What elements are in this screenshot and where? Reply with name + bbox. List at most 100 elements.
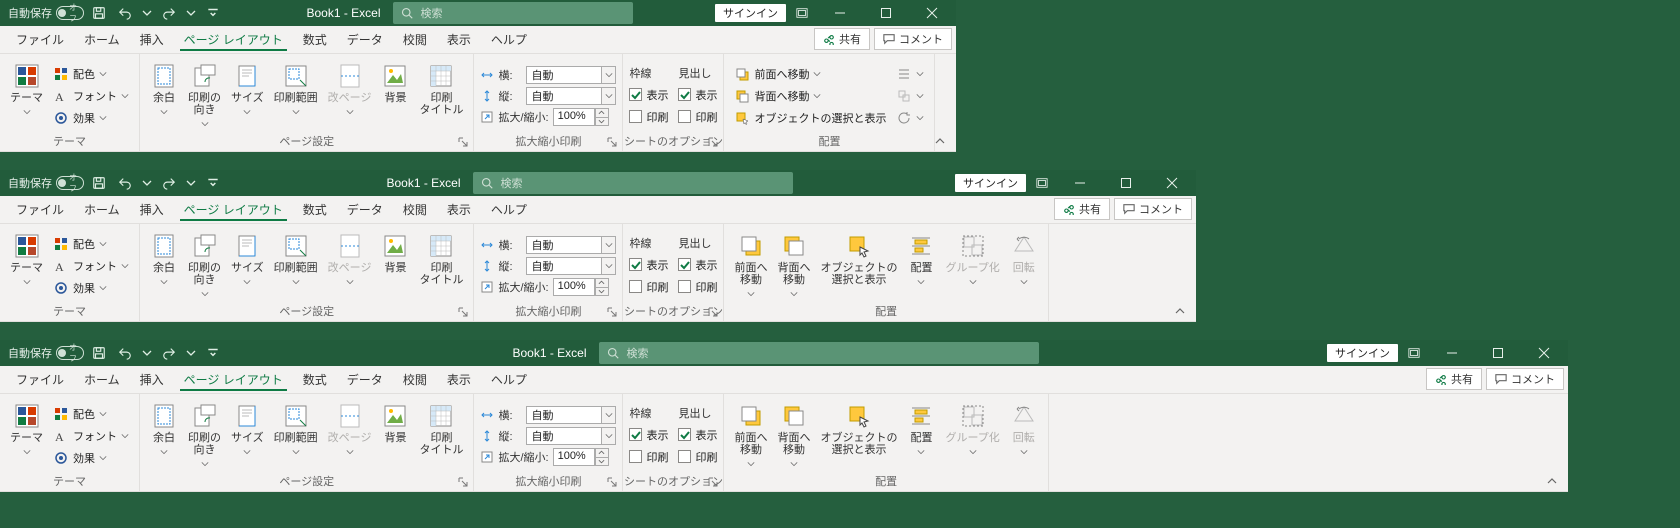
group-button[interactable] [892,86,928,106]
share-button[interactable]: 共有 [1054,198,1110,220]
orientation-button[interactable]: 印刷の 向き [184,400,225,472]
signin-button[interactable]: サインイン [715,4,786,22]
checkbox[interactable]: 表示 [678,255,717,275]
tab-file[interactable]: ファイル [6,195,74,223]
send-backward-button[interactable]: 背面へ 移動 [773,400,814,472]
checkbox[interactable]: 印刷 [678,447,717,467]
effects-button[interactable]: 効果 [49,278,133,298]
margins-button[interactable]: 余白 [146,400,182,472]
collapse-ribbon-icon[interactable] [1174,305,1190,317]
orientation-button[interactable]: 印刷の 向き [184,60,225,132]
dialog-launcher-icon[interactable] [707,137,719,149]
checkbox[interactable]: 表示 [629,255,668,275]
print-area-button[interactable]: 印刷範囲 [270,60,322,132]
autosave-toggle[interactable]: 自動保存オフ [8,5,84,21]
size-button[interactable]: サイズ [227,400,268,472]
spin-down-icon[interactable] [595,457,609,466]
search-box[interactable]: 検索 [473,172,793,194]
tab-review[interactable]: 校閲 [393,25,437,53]
print-area-button[interactable]: 印刷範囲 [270,230,322,302]
tab-insert[interactable]: 挿入 [130,25,174,53]
tab-view[interactable]: 表示 [437,195,481,223]
tab-formulas[interactable]: 数式 [293,25,337,53]
signin-button[interactable]: サインイン [1327,344,1398,362]
themes-button[interactable]: テーマ [6,400,47,472]
save-icon[interactable] [88,2,110,24]
size-button[interactable]: サイズ [227,230,268,302]
print-titles-button[interactable]: 印刷 タイトル [415,230,467,302]
search-box[interactable]: 検索 [599,342,1039,364]
chevron-down-icon[interactable] [602,87,616,105]
chevron-down-icon[interactable] [602,257,616,275]
share-button[interactable]: 共有 [814,28,870,50]
tab-file[interactable]: ファイル [6,365,74,393]
bring-forward-button[interactable]: 前面へ移動 [730,64,890,84]
tab-formulas[interactable]: 数式 [293,365,337,393]
tab-help[interactable]: ヘルプ [481,365,537,393]
width-combo[interactable]: 自動 [526,406,616,424]
signin-button[interactable]: サインイン [955,174,1026,192]
scale-spin[interactable]: 100% [553,278,609,296]
ribbon-mode-icon[interactable] [1400,340,1428,366]
background-button[interactable]: 背景 [377,60,413,132]
checkbox[interactable]: 表示 [629,85,668,105]
print-area-button[interactable]: 印刷範囲 [270,400,322,472]
bring-forward-button[interactable]: 前面へ 移動 [730,400,771,472]
tab-home[interactable]: ホーム [74,365,130,393]
undo-drop-icon[interactable] [140,2,154,24]
tab-insert[interactable]: 挿入 [130,365,174,393]
tab-page-layout[interactable]: ページ レイアウト [174,25,293,53]
align-button[interactable] [892,64,928,84]
redo-icon[interactable] [158,342,180,364]
send-backward-button[interactable]: 背面へ 移動 [773,230,814,302]
redo-icon[interactable] [158,172,180,194]
checkbox[interactable]: 印刷 [629,277,668,297]
close-icon[interactable] [1522,340,1566,366]
send-backward-button[interactable]: 背面へ移動 [730,86,890,106]
search-box[interactable]: 検索 [393,2,633,24]
close-icon[interactable] [1150,170,1194,196]
save-icon[interactable] [88,172,110,194]
tab-formulas[interactable]: 数式 [293,195,337,223]
width-combo[interactable]: 自動 [526,66,616,84]
chevron-down-icon[interactable] [602,406,616,424]
align-button[interactable]: 配置 [903,230,939,302]
maximize-icon[interactable] [864,0,908,26]
selection-pane-button[interactable]: オブジェクトの 選択と表示 [816,230,901,302]
chevron-down-icon[interactable] [602,427,616,445]
tab-data[interactable]: データ [337,25,393,53]
collapse-ribbon-icon[interactable] [1546,475,1562,487]
spin-up-icon[interactable] [595,108,609,117]
width-combo[interactable]: 自動 [526,236,616,254]
autosave-toggle[interactable]: 自動保存オフ [8,345,84,361]
tab-view[interactable]: 表示 [437,365,481,393]
checkbox[interactable]: 印刷 [629,107,668,127]
colors-button[interactable]: 配色 [49,404,133,424]
spin-up-icon[interactable] [595,278,609,287]
colors-button[interactable]: 配色 [49,64,133,84]
close-icon[interactable] [910,0,954,26]
tab-data[interactable]: データ [337,365,393,393]
tab-page-layout[interactable]: ページ レイアウト [174,365,293,393]
background-button[interactable]: 背景 [377,400,413,472]
dialog-launcher-icon[interactable] [707,307,719,319]
colors-button[interactable]: 配色 [49,234,133,254]
redo-drop-icon[interactable] [184,172,198,194]
checkbox[interactable]: 印刷 [629,447,668,467]
themes-button[interactable]: テーマ [6,60,47,132]
checkbox[interactable]: 表示 [678,85,717,105]
comments-button[interactable]: コメント [874,28,952,50]
height-combo[interactable]: 自動 [526,87,616,105]
orientation-button[interactable]: 印刷の 向き [184,230,225,302]
undo-icon[interactable] [114,342,136,364]
fonts-button[interactable]: Aフォント [49,426,133,446]
fonts-button[interactable]: Aフォント [49,256,133,276]
scale-spin[interactable]: 100% [553,108,609,126]
qat-customize-icon[interactable] [202,342,224,364]
dialog-launcher-icon[interactable] [606,307,618,319]
chevron-down-icon[interactable] [602,236,616,254]
spin-up-icon[interactable] [595,448,609,457]
minimize-icon[interactable] [1058,170,1102,196]
tab-insert[interactable]: 挿入 [130,195,174,223]
tab-file[interactable]: ファイル [6,25,74,53]
